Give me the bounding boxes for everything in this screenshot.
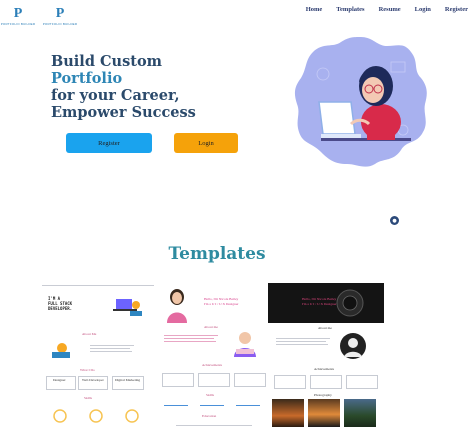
- laptop-icon: [318, 101, 356, 135]
- logo-mark: P: [13, 6, 23, 21]
- template-projects-title: Skills: [84, 396, 92, 400]
- template-card-3[interactable]: Hello, I'm Nicole Bailey I'm a U I / U X…: [268, 283, 384, 438]
- achievement-card: [346, 375, 378, 389]
- gallery-photo: [272, 399, 304, 427]
- achievement-card: [310, 375, 342, 389]
- logo-subtitle: PORTFOLIO BUILDER: [0, 22, 36, 26]
- profile-illustration: [167, 289, 187, 323]
- nav-login[interactable]: Login: [415, 6, 431, 13]
- chat-icon[interactable]: ●: [390, 216, 399, 225]
- hero-blob: [294, 37, 427, 167]
- template-skills-title: Skills: [206, 393, 214, 397]
- templates-heading: Templates: [168, 244, 266, 264]
- achievement-card: [274, 375, 306, 389]
- template-hero-text: I'M A FULL STACK DEVELOPER.: [48, 296, 73, 311]
- achievement-card: [234, 373, 266, 387]
- brand-logo[interactable]: P PORTFOLIO BUILDER: [0, 6, 36, 26]
- hero-line-2: Portfolio: [51, 70, 123, 87]
- template-gallery-title: Photography: [314, 393, 332, 397]
- profile-photo: [340, 333, 366, 359]
- service-card: Designer: [46, 376, 76, 390]
- template-hero-text: Hello, I'm Nicole Bailey I'm a U I / U X…: [302, 297, 337, 306]
- about-illustration: [234, 332, 256, 357]
- hero-line-1: Build Custom: [51, 53, 162, 70]
- template-skills-title: What I Do: [80, 368, 95, 372]
- template-education-title: Education: [202, 414, 217, 418]
- hero-illustration: [294, 37, 427, 167]
- nav-home[interactable]: Home: [306, 6, 323, 13]
- template-about-title: About me: [318, 326, 332, 330]
- hero-line-3: for your Career,: [51, 87, 180, 104]
- register-button[interactable]: Register: [66, 133, 152, 153]
- template-card-1[interactable]: I'M A FULL STACK DEVELOPER. About Me Wha…: [40, 283, 156, 438]
- main-nav: Home Templates Resume Login Register: [306, 6, 468, 13]
- template-card-2[interactable]: Hello, I'm Nicole Bailey I'm a U I / U X…: [156, 283, 272, 438]
- achievement-card: [162, 373, 194, 387]
- service-card: Web Developer: [78, 376, 108, 390]
- template-hero-text: Hello, I'm Nicole Bailey I'm a U I / U X…: [204, 297, 239, 306]
- skill-rings: [53, 409, 139, 423]
- template-about-title: About Me: [82, 332, 97, 336]
- template-achievements-title: Achievements: [314, 367, 335, 371]
- developer-illustration: [113, 299, 142, 316]
- gallery-photo: [344, 399, 376, 427]
- nav-templates[interactable]: Templates: [336, 6, 364, 13]
- brand-logo-secondary[interactable]: P PORTFOLIO BUILDER: [42, 6, 78, 26]
- logo-subtitle: PORTFOLIO BUILDER: [42, 22, 78, 26]
- service-card-title: Web Developer: [82, 378, 104, 382]
- achievement-card: [198, 373, 230, 387]
- nav-resume[interactable]: Resume: [379, 6, 401, 13]
- login-button[interactable]: Login: [174, 133, 238, 153]
- hero-heading: Build Custom Portfolio for your Career, …: [51, 53, 196, 121]
- hero-line-4: Empower Success: [51, 104, 196, 121]
- service-card: Digital Marketing: [112, 376, 144, 390]
- gallery-photo: [308, 399, 340, 427]
- template-achievements-title: Achievements: [202, 363, 223, 367]
- service-card-title: Digital Marketing: [115, 378, 141, 382]
- nav-register[interactable]: Register: [445, 6, 468, 13]
- template-about-title: About me: [204, 325, 218, 329]
- service-card-title: Designer: [53, 378, 66, 382]
- about-illustration: [52, 343, 70, 358]
- logo-mark: P: [55, 6, 65, 21]
- template-dark-hero: Hello, I'm Nicole Bailey I'm a U I / U X…: [268, 283, 384, 323]
